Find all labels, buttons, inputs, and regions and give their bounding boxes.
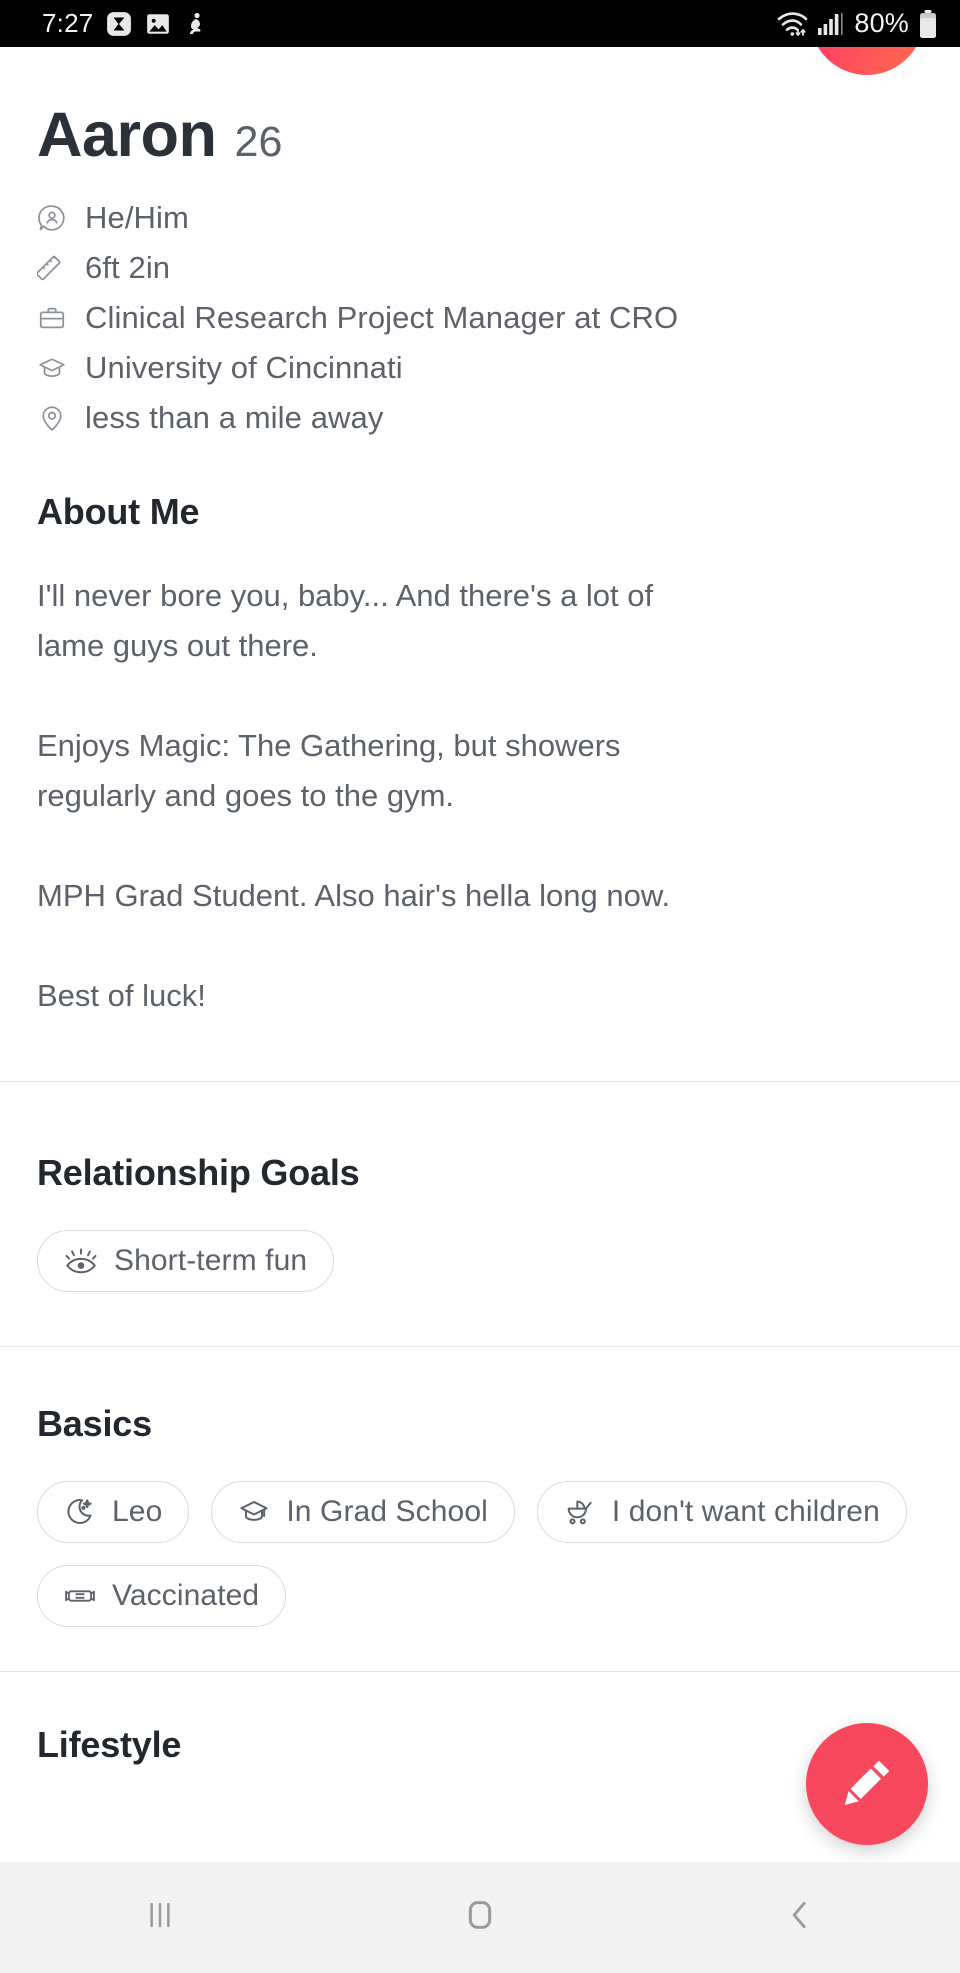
detail-text-school: University of Cincinnati xyxy=(85,350,403,385)
relationship-goals-chips: Short-term fun xyxy=(37,1230,923,1292)
chip-zodiac[interactable]: Leo xyxy=(37,1481,190,1543)
about-paragraph-4: Best of luck! xyxy=(37,978,206,1013)
cellular-signal-icon xyxy=(817,11,845,37)
page-title: Aaron xyxy=(37,100,217,170)
home-icon xyxy=(460,1895,500,1940)
image-icon xyxy=(145,11,171,37)
pencil-icon xyxy=(837,1753,897,1816)
moon-stars-icon xyxy=(64,1496,96,1528)
android-nav-bar xyxy=(0,1862,960,1973)
home-button[interactable] xyxy=(320,1862,640,1973)
detail-row-school: University of Cincinnati xyxy=(37,343,960,393)
chip-label-short-term-fun: Short-term fun xyxy=(114,1244,308,1277)
sigma-icon xyxy=(106,11,132,37)
location-pin-icon xyxy=(37,403,71,433)
edit-profile-button[interactable] xyxy=(806,1723,928,1845)
wifi-icon xyxy=(776,10,808,38)
briefcase-icon xyxy=(37,303,71,333)
status-bar-right: 80% xyxy=(776,8,938,39)
detail-row-height: 6ft 2in xyxy=(37,243,960,293)
detail-row-distance: less than a mile away xyxy=(37,393,960,443)
detail-row-job: Clinical Research Project Manager at CRO xyxy=(37,293,960,343)
about-me-title: About Me xyxy=(37,491,200,532)
detail-text-distance: less than a mile away xyxy=(85,400,384,435)
pronouns-icon xyxy=(37,203,71,233)
relationship-goals-title: Relationship Goals xyxy=(37,1152,360,1193)
stroller-icon xyxy=(564,1496,596,1528)
recents-icon xyxy=(140,1895,180,1940)
basics-chips: Leo In Grad School I don't want children… xyxy=(37,1481,923,1627)
ruler-icon xyxy=(37,253,71,283)
relationship-goals-section: Relationship Goals Short-term fun xyxy=(0,1082,960,1346)
profile-details: He/Him 6ft 2in Clinical Research Project… xyxy=(0,193,960,443)
about-paragraph-1: I'll never bore you, baby... And there's… xyxy=(37,578,654,663)
chip-label-zodiac: Leo xyxy=(112,1495,163,1528)
battery-icon xyxy=(918,9,938,39)
status-bar: 7:27 80% xyxy=(0,0,960,47)
detail-text-job: Clinical Research Project Manager at CRO xyxy=(85,300,679,335)
app-screen: 7:27 80% Aaron 26 He/Him 6ft 2in Clinica… xyxy=(0,0,960,1973)
detail-text-height: 6ft 2in xyxy=(85,250,171,285)
recents-button[interactable] xyxy=(0,1862,320,1973)
back-icon xyxy=(780,1895,820,1940)
about-me-section: About Me I'll never bore you, baby... An… xyxy=(0,443,960,1021)
about-bottom-spacer xyxy=(0,1021,960,1081)
status-bar-left: 7:27 xyxy=(42,8,208,39)
basics-title: Basics xyxy=(37,1403,152,1444)
chip-short-term-fun[interactable]: Short-term fun xyxy=(37,1230,335,1292)
graduation-cap-icon xyxy=(238,1496,270,1528)
basics-section: Basics Leo In Grad School I don't want c… xyxy=(0,1347,960,1671)
about-paragraph-2: Enjoys Magic: The Gathering, but showers… xyxy=(37,728,621,813)
person-activity-icon xyxy=(184,11,208,37)
profile-scroll-area[interactable]: Aaron 26 He/Him 6ft 2in Clinical Researc… xyxy=(0,47,960,1909)
about-me-body: I'll never bore you, baby... And there's… xyxy=(37,571,923,1021)
lifestyle-title: Lifestyle xyxy=(37,1724,182,1765)
chip-children[interactable]: I don't want children xyxy=(536,1481,907,1543)
profile-age: 26 xyxy=(234,118,283,166)
chip-label-education: In Grad School xyxy=(286,1495,488,1528)
about-paragraph-3: MPH Grad Student. Also hair's hella long… xyxy=(37,878,671,913)
status-time: 7:27 xyxy=(42,8,94,38)
back-button[interactable] xyxy=(640,1862,960,1973)
chip-label-vaccinated: Vaccinated xyxy=(112,1579,260,1612)
detail-row-pronouns: He/Him xyxy=(37,193,960,243)
chip-education[interactable]: In Grad School xyxy=(211,1481,515,1543)
chip-label-children: I don't want children xyxy=(611,1495,880,1528)
eye-icon xyxy=(64,1244,98,1278)
face-mask-icon xyxy=(64,1580,96,1612)
detail-text-pronouns: He/Him xyxy=(85,200,189,235)
graduation-cap-icon xyxy=(37,353,71,383)
chip-vaccinated[interactable]: Vaccinated xyxy=(37,1565,287,1627)
battery-percentage: 80% xyxy=(854,8,909,38)
